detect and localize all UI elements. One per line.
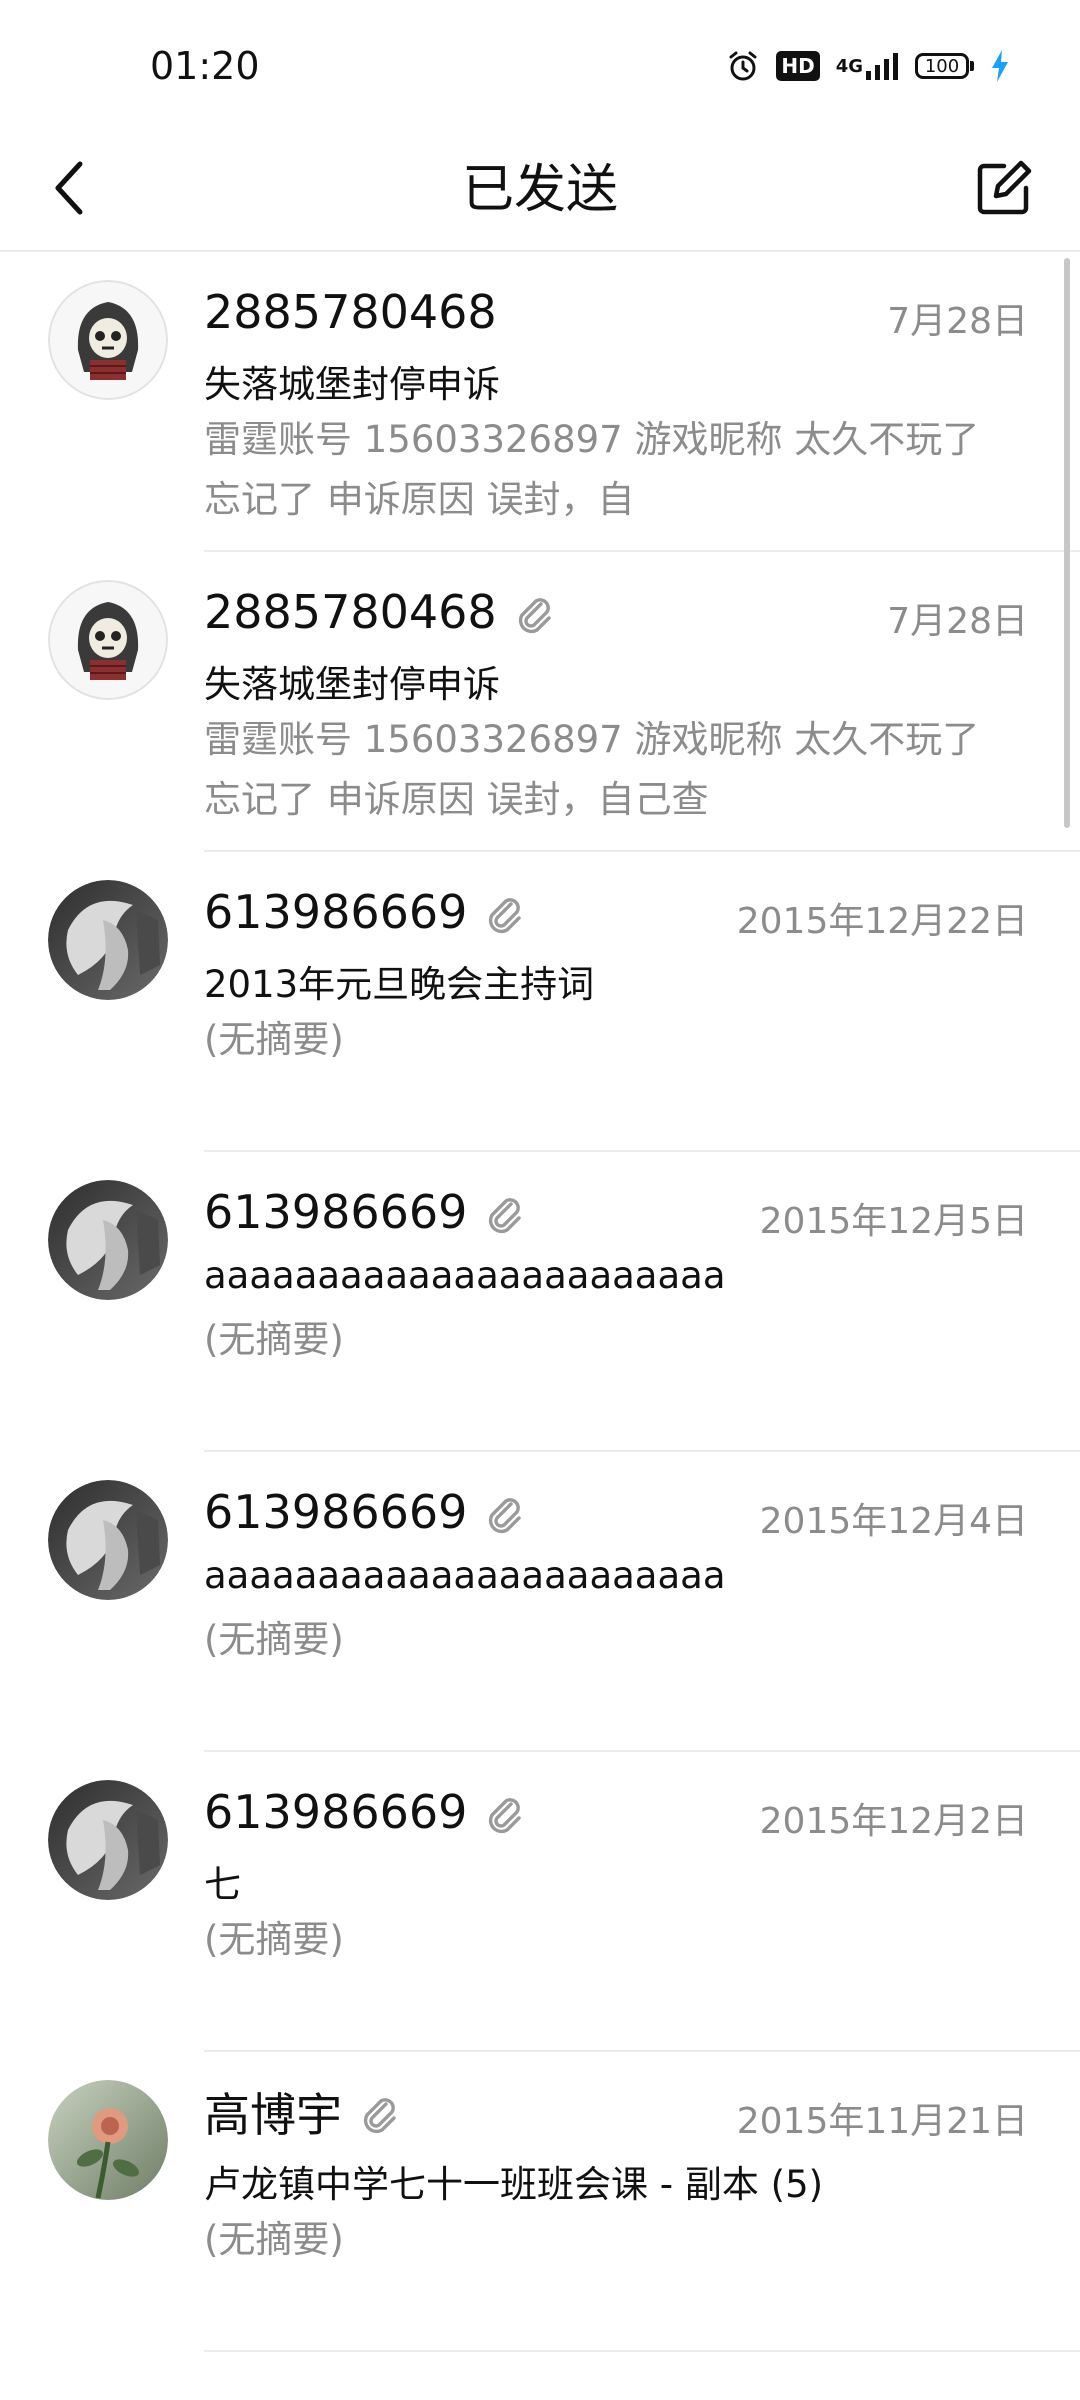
- mail-item[interactable]: 613986669 2015年12月22日 2013年元旦晚会主持词 (无摘要): [0, 852, 1080, 1152]
- chevron-left-icon: [48, 158, 88, 222]
- paperclip-icon: [481, 1190, 525, 1234]
- page-title: 已发送: [461, 160, 618, 220]
- sender-row: 613986669: [204, 1482, 525, 1542]
- charging-icon: [990, 49, 1010, 83]
- paperclip-icon: [481, 890, 525, 934]
- battery-icon: 100: [915, 53, 974, 79]
- mail-subject: 卢龙镇中学七十一班班会课 - 副本 (5): [204, 2163, 824, 2206]
- paperclip-icon: [481, 1490, 525, 1534]
- avatar: [48, 880, 168, 1000]
- scrollbar[interactable]: [1064, 258, 1070, 828]
- mail-summary: (无摘要): [204, 1018, 344, 1061]
- mail-date: 7月28日: [887, 301, 1028, 342]
- mail-date: 2015年12月4日: [759, 1501, 1028, 1542]
- mail-date: 2015年12月2日: [759, 1801, 1028, 1842]
- avatar: [48, 1780, 168, 1900]
- avatar: [48, 580, 168, 700]
- back-button[interactable]: [40, 152, 96, 228]
- sender-name: 613986669: [204, 885, 468, 939]
- sender-row: 613986669: [204, 1182, 525, 1242]
- mail-item[interactable]: 613986669 2015年12月2日七 (无摘要): [0, 1752, 1080, 2052]
- mail-date: 2015年12月5日: [759, 1201, 1028, 1242]
- mail-summary: (无摘要): [204, 2218, 344, 2261]
- mail-summary: 雷霆账号 15603326897 游戏昵称 太久不玩了忘记了 申诉原因 误封，自…: [204, 718, 980, 821]
- divider: [204, 2350, 1080, 2352]
- mail-summary: (无摘要): [204, 1618, 344, 1661]
- sender-row: 2885780468: [204, 282, 497, 342]
- mail-item[interactable]: 2885780468 7月28日失落城堡封停申诉雷霆账号 15603326897 …: [0, 552, 1080, 852]
- sender-name: 613986669: [204, 1485, 468, 1539]
- sender-row: 613986669: [204, 882, 525, 942]
- sender-row: 高博宇: [204, 2082, 400, 2142]
- mail-subject: aaaaaaaaaaaaaaaaaaaaaaa: [204, 1554, 726, 1597]
- mail-subject: 失落城堡封停申诉: [204, 663, 500, 706]
- avatar: [48, 1180, 168, 1300]
- mail-subject: 失落城堡封停申诉: [204, 363, 500, 406]
- compose-icon: [974, 158, 1034, 222]
- mail-date: 7月28日: [887, 601, 1028, 642]
- mail-date: 2015年12月22日: [736, 901, 1028, 942]
- mail-item[interactable]: 613986669 2015年12月4日 aaaaaaaaaaaaaaaaaaaaa…: [0, 1452, 1080, 1752]
- status-icons: HD 4G 100: [726, 46, 1010, 86]
- avatar: [48, 280, 168, 400]
- mail-item[interactable]: 高博宇 2015年11月21日卢龙镇中学七十一班班会课 - 副本 (5) (无摘要): [0, 2052, 1080, 2352]
- sender-row: 2885780468: [204, 582, 555, 642]
- app-header: 已发送: [0, 130, 1080, 252]
- avatar: [48, 2080, 168, 2200]
- mail-date: 2015年11月21日: [736, 2101, 1028, 2142]
- signal-icon: 4G: [836, 51, 899, 81]
- sender-name: 2885780468: [204, 285, 497, 339]
- status-bar: 01:20 HD 4G 100: [0, 0, 1080, 130]
- mail-subject: aaaaaaaaaaaaaaaaaaaaaaa: [204, 1254, 726, 1297]
- sender-name: 613986669: [204, 1785, 468, 1839]
- paperclip-icon: [356, 2090, 400, 2134]
- mail-subject: 七: [204, 1863, 241, 1906]
- avatar: [48, 1480, 168, 1600]
- mail-subject: 2013年元旦晚会主持词: [204, 963, 595, 1006]
- mail-item[interactable]: 613986669 2015年12月5日 aaaaaaaaaaaaaaaaaaaaa…: [0, 1152, 1080, 1452]
- sent-mail-list[interactable]: 2885780468 7月28日 失落城堡封停申诉 雷霆账号 15603326897 …: [0, 252, 1080, 2400]
- sender-name: 2885780468: [204, 585, 497, 639]
- battery-level: 100: [915, 53, 969, 79]
- paperclip-icon: [511, 590, 555, 634]
- paperclip-icon: [481, 1790, 525, 1834]
- network-label: 4G: [835, 55, 863, 77]
- status-time: 01:20: [150, 44, 260, 88]
- mail-summary: (无摘要): [204, 1318, 344, 1361]
- sender-row: 613986669: [204, 1782, 525, 1842]
- mail-summary: 雷霆账号 15603326897 游戏昵称 太久不玩了忘记了 申诉原因 误封，自: [204, 418, 980, 521]
- sender-name: 高博宇: [204, 2088, 342, 2142]
- hd-icon: HD: [776, 51, 820, 81]
- compose-button[interactable]: [964, 150, 1044, 230]
- alarm-icon: [726, 49, 760, 83]
- mail-summary: (无摘要): [204, 1918, 344, 1961]
- mail-item[interactable]: 2885780468 7月28日失落城堡封停申诉雷霆账号 15603326897 …: [0, 252, 1080, 552]
- sender-name: 613986669: [204, 1185, 468, 1239]
